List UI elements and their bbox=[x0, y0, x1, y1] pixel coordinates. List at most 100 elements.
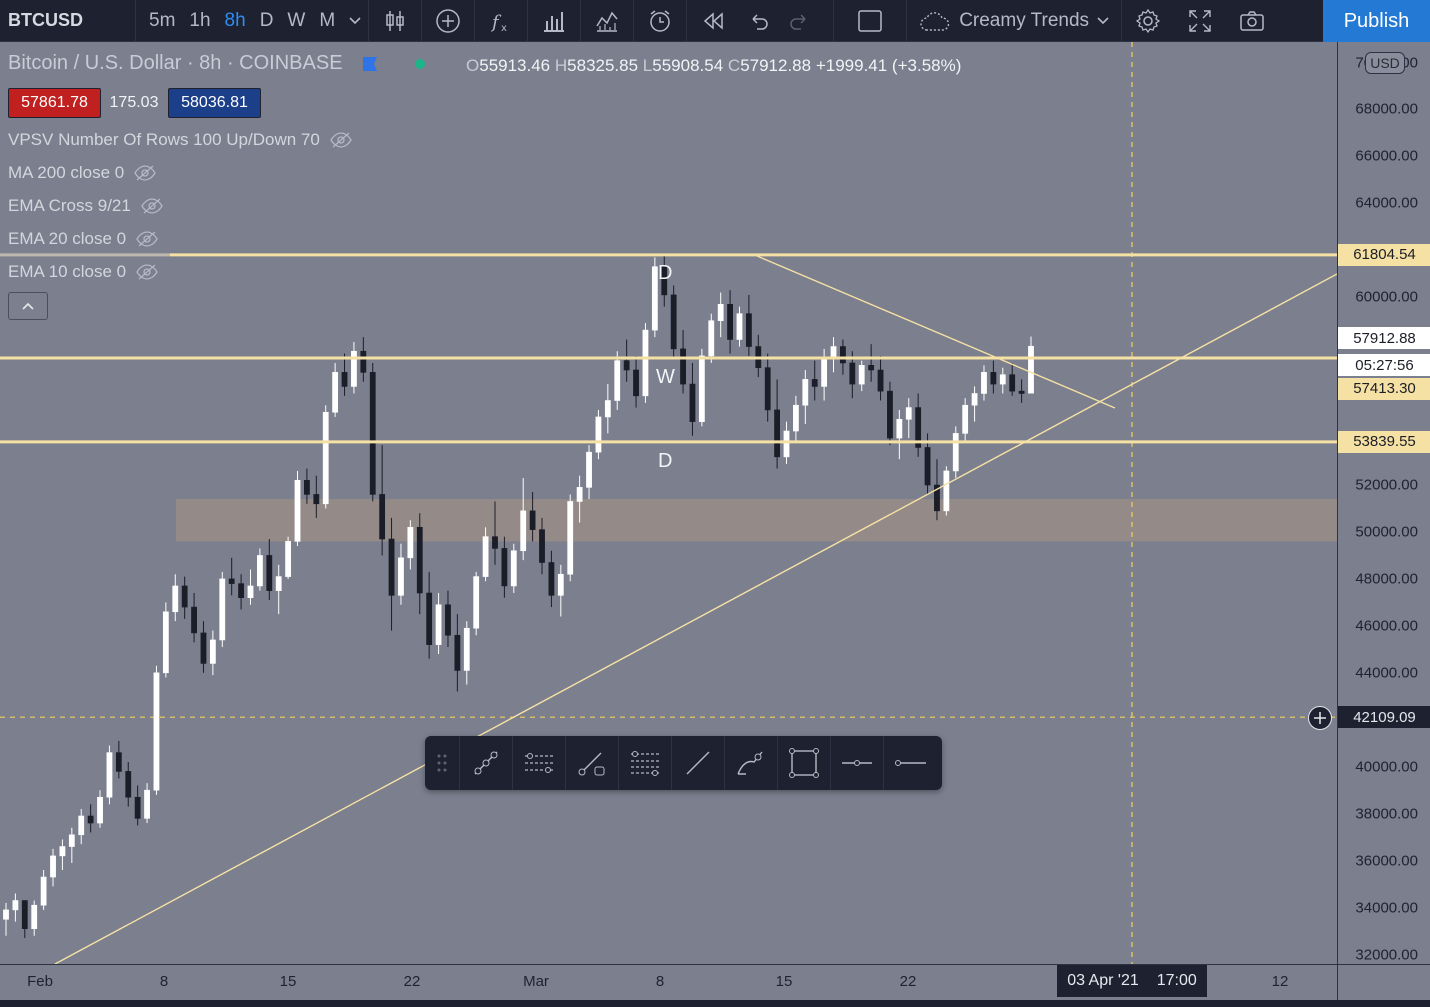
bar-chart-icon[interactable] bbox=[528, 0, 580, 42]
indicators-fx-icon[interactable]: fx bbox=[475, 0, 527, 42]
redo-icon[interactable] bbox=[779, 0, 819, 42]
crosshair-time: 17:00 bbox=[1156, 972, 1197, 989]
indicator-row[interactable]: EMA Cross 9/21 bbox=[8, 196, 163, 216]
candle-body bbox=[463, 627, 470, 671]
trend-line-icon[interactable] bbox=[459, 736, 512, 790]
replay-icon[interactable] bbox=[687, 0, 739, 42]
price-label-line[interactable]: 53839.55 bbox=[1338, 430, 1430, 453]
drag-handle-icon[interactable] bbox=[425, 736, 459, 790]
candle-body bbox=[435, 604, 442, 645]
candle-body bbox=[97, 796, 103, 824]
add-compare-icon[interactable] bbox=[422, 0, 474, 42]
parallel-channel-icon[interactable] bbox=[512, 736, 565, 790]
template-selector[interactable]: Creamy Trends bbox=[907, 0, 1121, 42]
chevron-up-icon[interactable] bbox=[8, 292, 48, 320]
brush-icon[interactable] bbox=[724, 736, 777, 790]
candle-body bbox=[445, 604, 451, 636]
candle-body bbox=[407, 526, 414, 559]
flag-icon[interactable] bbox=[361, 56, 379, 72]
hidden-eye-icon[interactable] bbox=[136, 264, 158, 280]
market-status-icon bbox=[414, 58, 425, 69]
layout-square-icon[interactable] bbox=[834, 0, 906, 42]
crosshair-time-label: 03 Apr '21 17:00 bbox=[1057, 965, 1207, 997]
wave-label-w[interactable]: W bbox=[656, 366, 675, 389]
horizontal-line-icon[interactable] bbox=[883, 736, 936, 790]
time-tick: 15 bbox=[279, 973, 297, 990]
add-alert-plus-icon[interactable] bbox=[1308, 706, 1332, 730]
interval-tabs: 5m 1h 8h D W M bbox=[136, 0, 342, 42]
fullscreen-icon[interactable] bbox=[1174, 0, 1226, 42]
price-label-line[interactable]: 61804.54 bbox=[1338, 243, 1430, 266]
trend-angle-icon[interactable] bbox=[565, 736, 618, 790]
ask-price[interactable]: 58036.81 bbox=[168, 88, 261, 118]
templates-icon[interactable] bbox=[581, 0, 633, 42]
hidden-eye-icon[interactable] bbox=[136, 231, 158, 247]
candle-body bbox=[134, 796, 141, 819]
candle-body bbox=[416, 526, 423, 594]
indicator-row[interactable]: EMA 20 close 0 bbox=[8, 229, 158, 249]
candle-body bbox=[1028, 345, 1034, 394]
chevron-down-icon[interactable] bbox=[342, 0, 368, 42]
horizontal-ray-icon[interactable] bbox=[830, 736, 883, 790]
candles-icon[interactable] bbox=[369, 0, 421, 42]
candle-body bbox=[651, 266, 658, 331]
hidden-eye-icon[interactable] bbox=[141, 198, 163, 214]
high-value: 58325.85 bbox=[567, 56, 639, 75]
candle-body bbox=[858, 365, 865, 385]
chart-pane[interactable] bbox=[0, 42, 1337, 964]
price-tick: 46000.00 bbox=[1355, 617, 1418, 635]
candle-body bbox=[567, 501, 574, 575]
interval-1h[interactable]: 1h bbox=[182, 0, 217, 42]
price-label-crosshair[interactable]: 42109.09 bbox=[1338, 706, 1430, 729]
time-tick: Mar bbox=[523, 973, 549, 990]
hidden-eye-icon[interactable] bbox=[330, 132, 352, 148]
price-label-countdown[interactable]: 05:27:56 bbox=[1338, 354, 1430, 377]
candle-body bbox=[115, 752, 122, 772]
interval-m[interactable]: M bbox=[312, 0, 342, 42]
price-tick: 68000.00 bbox=[1355, 100, 1418, 118]
time-tick: 8 bbox=[655, 973, 665, 990]
rectangle-icon[interactable] bbox=[777, 736, 830, 790]
candle-body bbox=[266, 555, 273, 591]
candle-body bbox=[943, 470, 950, 512]
candle-body bbox=[642, 329, 649, 397]
candle-body bbox=[21, 900, 28, 929]
publish-button[interactable]: Publish bbox=[1323, 0, 1430, 42]
drawing-toolbar bbox=[425, 736, 942, 790]
price-tick: 32000.00 bbox=[1355, 946, 1418, 963]
price-scale[interactable]: 70000.0068000.0066000.0064000.0062000.00… bbox=[1337, 42, 1430, 964]
undo-icon[interactable] bbox=[739, 0, 779, 42]
candle-body bbox=[745, 313, 752, 347]
price-chart[interactable] bbox=[0, 42, 1337, 964]
interval-8h[interactable]: 8h bbox=[218, 0, 253, 42]
settings-icon[interactable] bbox=[1122, 0, 1174, 42]
hidden-eye-icon[interactable] bbox=[134, 165, 157, 181]
bid-price[interactable]: 57861.78 bbox=[8, 88, 101, 118]
candle-body bbox=[12, 900, 19, 911]
candle-body bbox=[294, 480, 301, 542]
wave-label-d1[interactable]: D bbox=[658, 262, 672, 285]
indicator-row[interactable]: MA 200 close 0 bbox=[8, 163, 157, 183]
indicator-row[interactable]: EMA 10 close 0 bbox=[8, 262, 158, 282]
interval-5m[interactable]: 5m bbox=[142, 0, 182, 42]
candle-body bbox=[369, 372, 376, 495]
svg-text:x: x bbox=[501, 23, 507, 34]
currency-badge[interactable]: USD bbox=[1365, 52, 1405, 74]
price-label-line[interactable]: 57413.30 bbox=[1338, 377, 1430, 400]
candle-body bbox=[952, 433, 959, 472]
snapshot-icon[interactable] bbox=[1226, 0, 1278, 42]
symbol-search[interactable]: BTCUSD bbox=[0, 0, 135, 42]
fib-retracement-icon[interactable] bbox=[618, 736, 671, 790]
candle-body bbox=[971, 393, 978, 406]
candle-body bbox=[256, 555, 263, 587]
wave-label-d2[interactable]: D bbox=[658, 450, 672, 473]
ray-icon[interactable] bbox=[671, 736, 724, 790]
interval-d[interactable]: D bbox=[253, 0, 281, 42]
high-label: H bbox=[554, 56, 568, 75]
price-label-last[interactable]: 57912.88 bbox=[1338, 327, 1430, 350]
price-tick: 64000.00 bbox=[1355, 194, 1418, 212]
interval-w[interactable]: W bbox=[280, 0, 312, 42]
candle-body bbox=[774, 409, 781, 458]
alert-icon[interactable] bbox=[634, 0, 686, 42]
indicator-row[interactable]: VPSV Number Of Rows 100 Up/Down 70 bbox=[8, 130, 352, 150]
